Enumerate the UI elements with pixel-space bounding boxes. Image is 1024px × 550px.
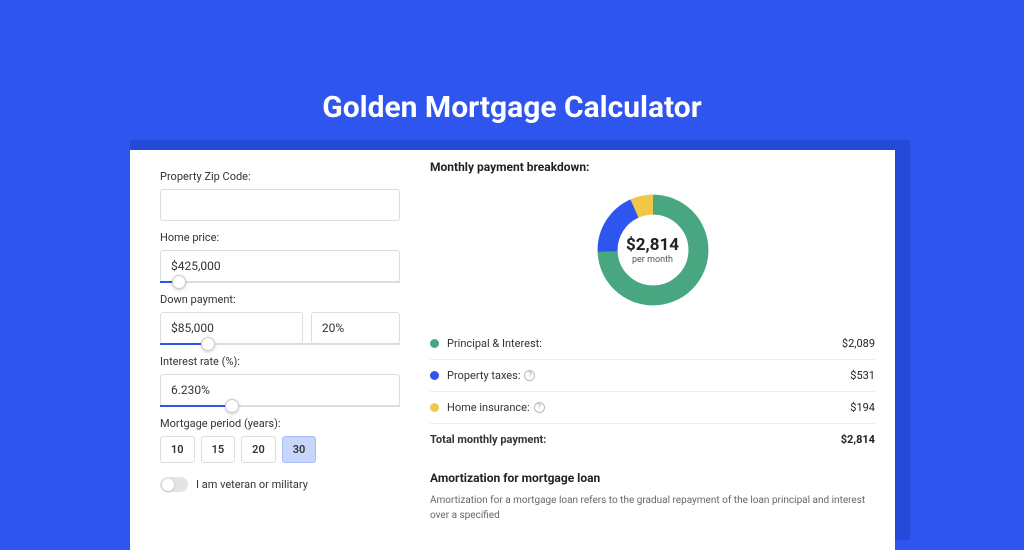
calculator-card: Property Zip Code: Home price: Down paym… — [130, 150, 895, 550]
donut-value: $2,814 — [626, 235, 679, 255]
zip-input[interactable] — [160, 189, 400, 221]
slider-thumb-icon[interactable] — [225, 399, 239, 413]
total-label: Total monthly payment: — [430, 433, 841, 446]
legend-value: $531 — [850, 369, 875, 382]
total-value: $2,814 — [841, 433, 875, 446]
term-button-group: 10 15 20 30 — [160, 436, 400, 463]
legend-dot-icon — [430, 339, 439, 348]
term-10-button[interactable]: 10 — [160, 436, 195, 463]
term-15-button[interactable]: 15 — [201, 436, 236, 463]
breakdown-panel: Monthly payment breakdown: $2,814 per mo… — [430, 160, 875, 523]
legend-value: $2,089 — [842, 337, 875, 350]
term-label: Mortgage period (years): — [160, 417, 400, 430]
interest-input[interactable] — [160, 374, 400, 406]
legend-dot-icon — [430, 403, 439, 412]
page-title: Golden Mortgage Calculator — [0, 90, 1024, 125]
legend-row-insurance: Home insurance: ? $194 — [430, 392, 875, 424]
down-payment-slider[interactable] — [160, 343, 400, 345]
home-price-label: Home price: — [160, 231, 400, 244]
legend-label: Property taxes: ? — [447, 369, 850, 382]
legend-row-principal: Principal & Interest: $2,089 — [430, 328, 875, 360]
term-30-button[interactable]: 30 — [282, 436, 317, 463]
info-icon[interactable]: ? — [524, 370, 535, 381]
veteran-toggle[interactable] — [160, 477, 188, 492]
veteran-label: I am veteran or military — [196, 478, 308, 491]
down-payment-input[interactable] — [160, 312, 303, 344]
form-panel: Property Zip Code: Home price: Down paym… — [160, 160, 400, 523]
legend-row-taxes: Property taxes: ? $531 — [430, 360, 875, 392]
legend-label: Principal & Interest: — [447, 337, 842, 350]
slider-thumb-icon[interactable] — [201, 337, 215, 351]
amortization-section: Amortization for mortgage loan Amortizat… — [430, 471, 875, 523]
down-payment-pct-input[interactable] — [311, 312, 400, 344]
home-price-input[interactable] — [160, 250, 400, 282]
legend-label: Home insurance: ? — [447, 401, 850, 414]
home-price-slider[interactable] — [160, 281, 400, 283]
legend-row-total: Total monthly payment: $2,814 — [430, 424, 875, 455]
legend-value: $194 — [850, 401, 875, 414]
payment-donut-chart: $2,814 per month — [593, 190, 713, 310]
zip-label: Property Zip Code: — [160, 170, 400, 183]
amortization-text: Amortization for a mortgage loan refers … — [430, 493, 875, 523]
interest-slider[interactable] — [160, 405, 400, 407]
info-icon[interactable]: ? — [534, 402, 545, 413]
term-20-button[interactable]: 20 — [241, 436, 276, 463]
down-payment-label: Down payment: — [160, 293, 400, 306]
legend-dot-icon — [430, 371, 439, 380]
interest-label: Interest rate (%): — [160, 355, 400, 368]
amortization-heading: Amortization for mortgage loan — [430, 471, 875, 485]
breakdown-heading: Monthly payment breakdown: — [430, 160, 875, 174]
donut-sublabel: per month — [632, 255, 673, 265]
slider-thumb-icon[interactable] — [172, 275, 186, 289]
